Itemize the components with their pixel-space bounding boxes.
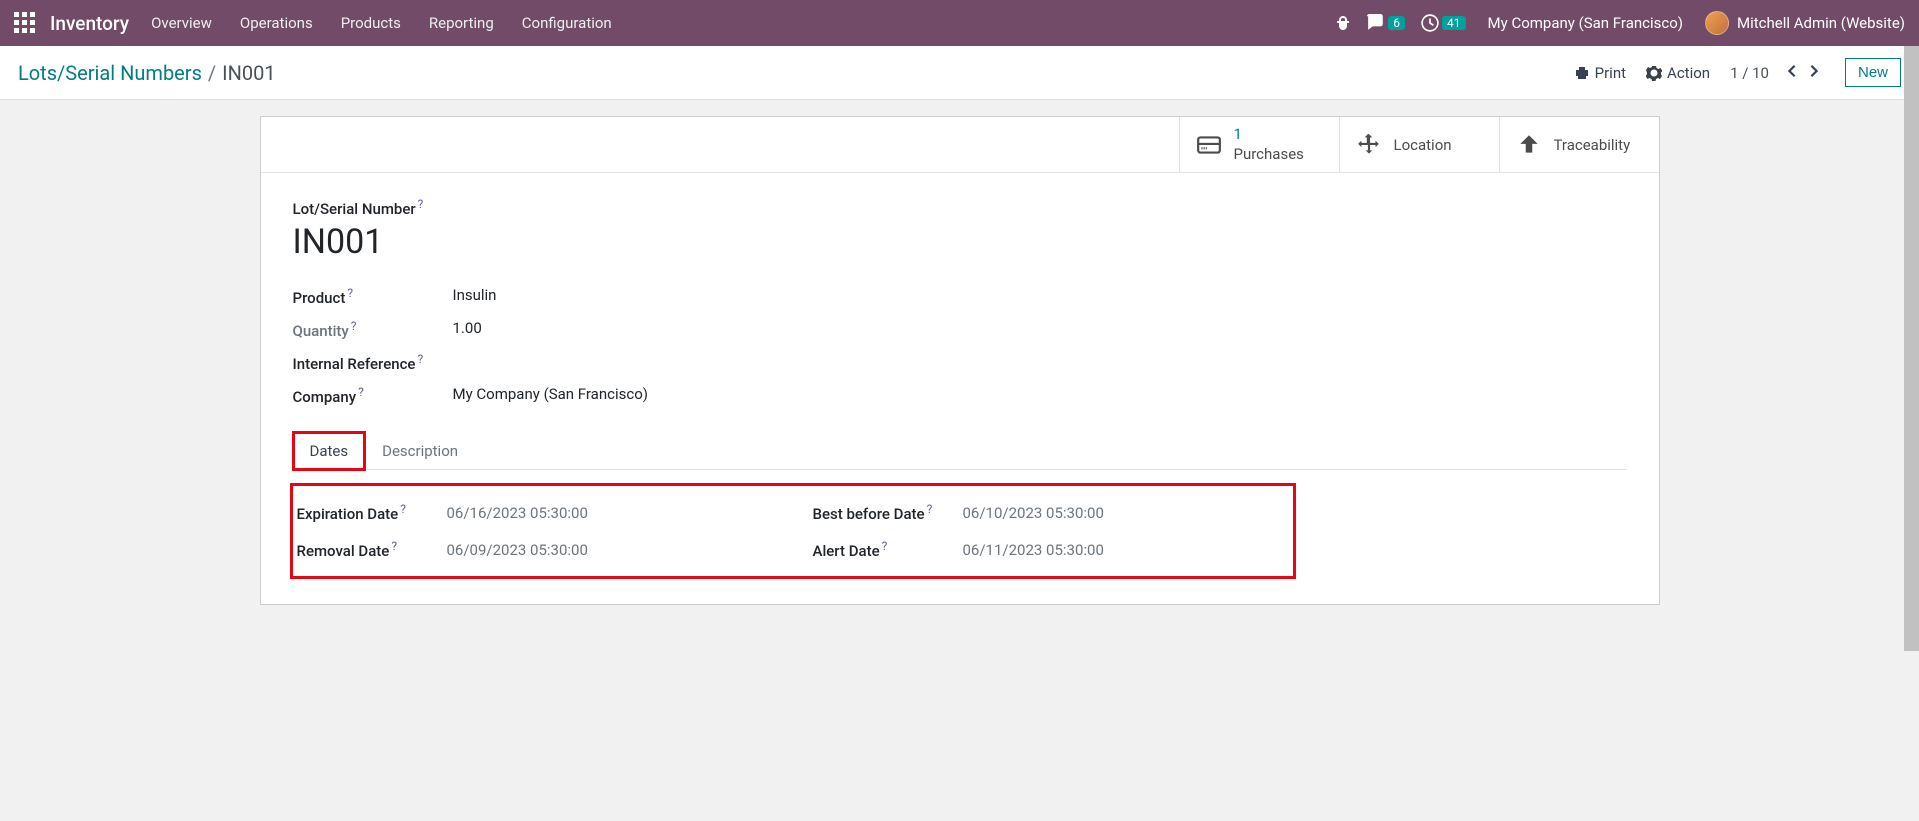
pager-next[interactable] — [1803, 60, 1825, 86]
button-box: 1 Purchases Location Traceability — [261, 117, 1659, 173]
help-icon[interactable]: ? — [358, 385, 364, 399]
control-panel: Lots/Serial Numbers / IN001 Print Action… — [0, 46, 1919, 100]
removal-date-label: Removal Date — [297, 542, 390, 560]
tab-description[interactable]: Description — [365, 432, 475, 470]
nav-operations[interactable]: Operations — [240, 14, 313, 32]
lot-number-value[interactable]: IN001 — [293, 222, 1627, 262]
title-group: Lot/Serial Number? IN001 — [293, 197, 1627, 262]
removal-date-value[interactable]: 06/09/2023 05:30:00 — [447, 541, 773, 559]
purchases-label: Purchases — [1234, 145, 1304, 165]
alert-date-value[interactable]: 06/11/2023 05:30:00 — [963, 541, 1289, 559]
tab-content: Expiration Date? 06/16/2023 05:30:00 Bes… — [293, 470, 1627, 580]
company-value[interactable]: My Company (San Francisco) — [453, 385, 953, 403]
nav-products[interactable]: Products — [341, 14, 401, 32]
notebook: Dates Description Expiration Date? 06/16… — [293, 432, 1627, 580]
help-icon[interactable]: ? — [418, 197, 424, 211]
pager: 1 / 10 — [1730, 60, 1825, 86]
company-label: Company — [293, 388, 357, 406]
traceability-label: Traceability — [1554, 136, 1631, 154]
quantity-label: Quantity — [293, 322, 349, 340]
messages-badge: 6 — [1388, 16, 1405, 30]
alert-date-label: Alert Date — [813, 542, 880, 560]
user-menu[interactable]: Mitchell Admin (Website) — [1705, 11, 1905, 35]
activities-badge: 41 — [1442, 16, 1466, 30]
product-label: Product — [293, 289, 346, 307]
action-button[interactable]: Action — [1646, 64, 1710, 82]
help-icon[interactable]: ? — [347, 286, 353, 300]
help-icon[interactable]: ? — [351, 319, 357, 333]
pager-prev[interactable] — [1781, 60, 1803, 86]
lot-number-label: Lot/Serial Number — [293, 200, 416, 218]
sheet-content: Lot/Serial Number? IN001 Product? Insuli… — [261, 173, 1659, 604]
location-label: Location — [1394, 136, 1452, 154]
apps-menu-icon[interactable] — [14, 12, 36, 34]
quantity-value: 1.00 — [453, 319, 953, 337]
activities-icon[interactable]: 41 — [1421, 14, 1466, 32]
pager-count[interactable]: 1 / 10 — [1730, 64, 1769, 82]
breadcrumb-sep: / — [208, 61, 216, 85]
company-selector[interactable]: My Company (San Francisco) — [1488, 14, 1683, 32]
help-icon[interactable]: ? — [400, 502, 406, 516]
messages-icon[interactable]: 6 — [1367, 14, 1405, 32]
main-navbar: Inventory Overview Operations Products R… — [0, 0, 1919, 46]
user-name: Mitchell Admin (Website) — [1737, 14, 1905, 32]
breadcrumb: Lots/Serial Numbers / IN001 — [18, 61, 276, 85]
help-icon[interactable]: ? — [391, 539, 397, 553]
scrollbar[interactable] — [1904, 46, 1919, 821]
best-before-date-value[interactable]: 06/10/2023 05:30:00 — [963, 504, 1289, 522]
nav-reporting[interactable]: Reporting — [429, 14, 494, 32]
breadcrumb-current: IN001 — [222, 61, 275, 85]
stat-purchases[interactable]: 1 Purchases — [1179, 117, 1339, 172]
form-container: 1 Purchases Location Traceability Lot/Se… — [0, 100, 1919, 645]
avatar — [1705, 11, 1729, 35]
breadcrumb-root[interactable]: Lots/Serial Numbers — [18, 61, 202, 85]
product-value[interactable]: Insulin — [453, 286, 953, 304]
tabs: Dates Description — [293, 432, 1627, 470]
help-icon[interactable]: ? — [417, 352, 423, 366]
app-name[interactable]: Inventory — [50, 12, 129, 35]
help-icon[interactable]: ? — [882, 539, 888, 553]
nav-configuration[interactable]: Configuration — [522, 14, 612, 32]
expiration-date-value[interactable]: 06/16/2023 05:30:00 — [447, 504, 773, 522]
best-before-date-label: Best before Date — [813, 505, 925, 523]
purchases-count: 1 — [1234, 125, 1304, 145]
print-button[interactable]: Print — [1574, 64, 1626, 82]
tab-dates[interactable]: Dates — [293, 432, 366, 470]
internal-ref-label: Internal Reference — [293, 355, 416, 373]
stat-location[interactable]: Location — [1339, 117, 1499, 172]
expiration-date-label: Expiration Date — [297, 505, 399, 523]
nav-overview[interactable]: Overview — [151, 14, 212, 32]
new-button[interactable]: New — [1845, 58, 1901, 87]
form-sheet: 1 Purchases Location Traceability Lot/Se… — [260, 116, 1660, 605]
help-icon[interactable]: ? — [927, 502, 933, 516]
debug-icon[interactable] — [1335, 15, 1351, 31]
dates-grid: Expiration Date? 06/16/2023 05:30:00 Bes… — [293, 486, 1293, 576]
stat-traceability[interactable]: Traceability — [1499, 117, 1659, 172]
